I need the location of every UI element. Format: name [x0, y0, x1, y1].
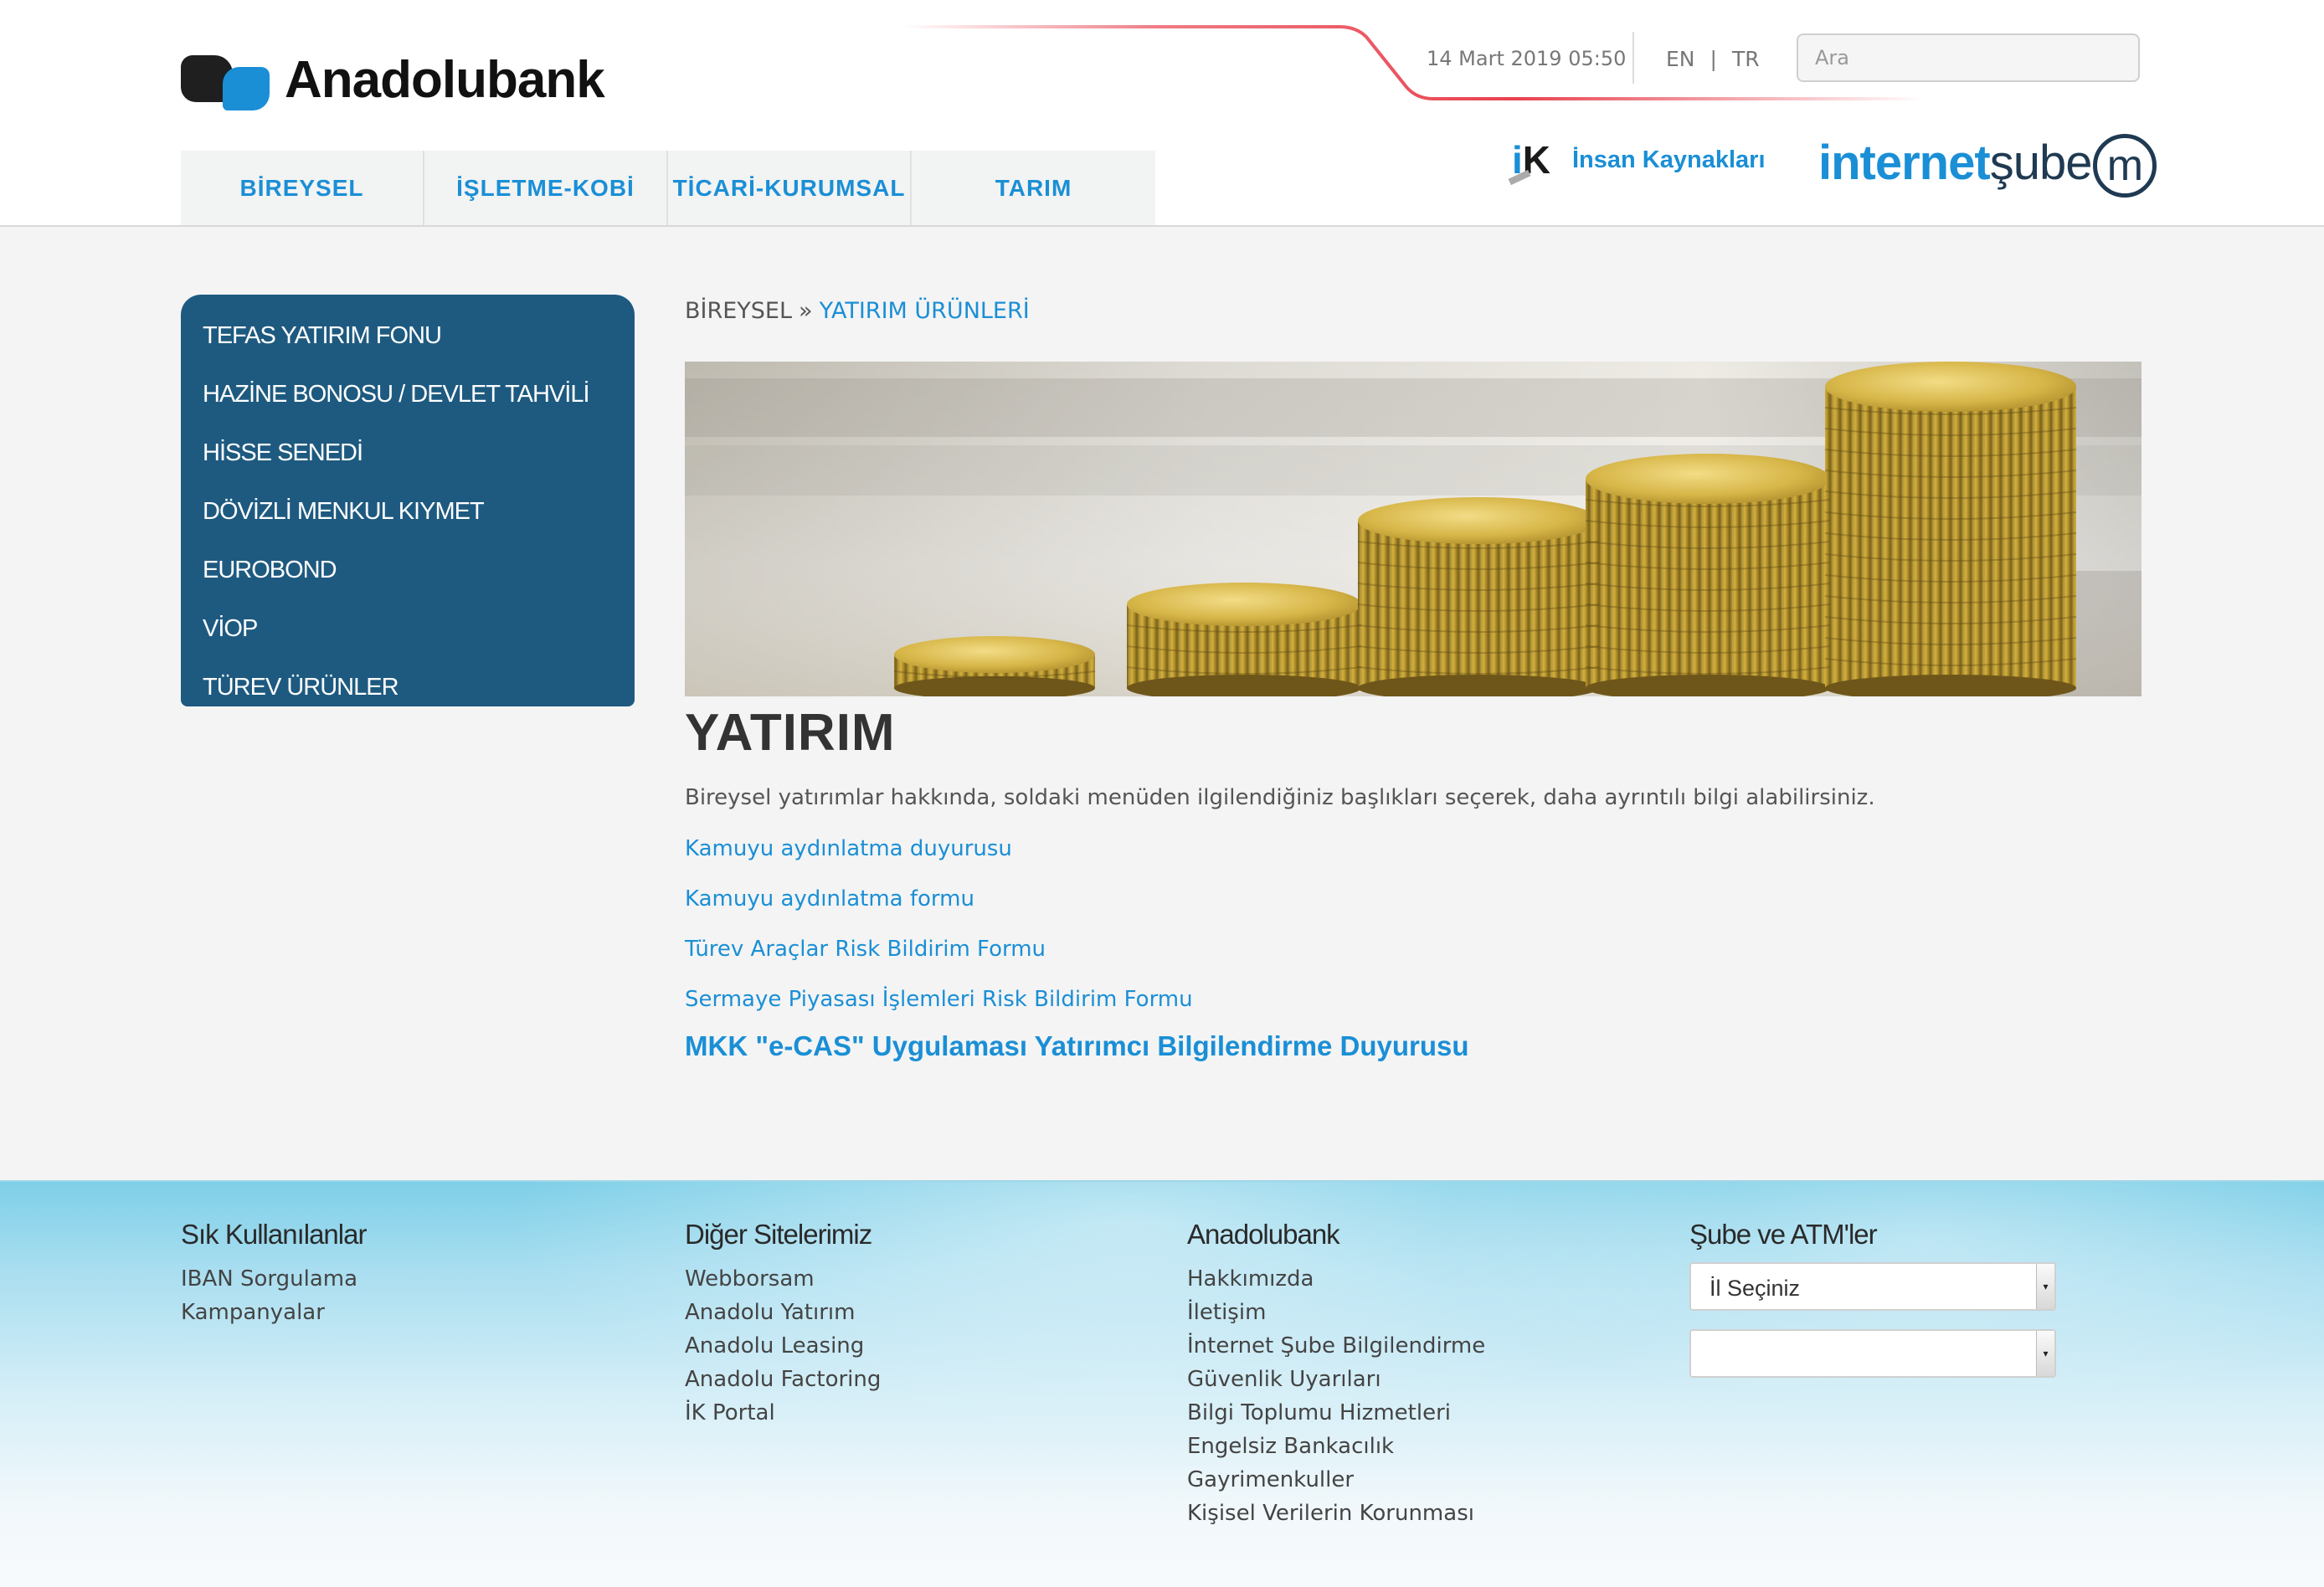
site-footer: Sık Kullanılanlar IBAN Sorgulama Kampany… — [0, 1180, 2324, 1587]
footer-col-anadolubank: Anadolubank Hakkımızda İletişim İnternet… — [1187, 1219, 1485, 1530]
footer-link-gayrimenkuller[interactable]: Gayrimenkuller — [1187, 1463, 1485, 1497]
sidemenu-item-turev-urunler[interactable]: TÜREV ÜRÜNLER — [181, 658, 635, 716]
footer-link-ik-portal[interactable]: İK Portal — [685, 1396, 881, 1430]
sidemenu-item-eurobond[interactable]: EUROBOND — [181, 541, 635, 599]
search-input[interactable] — [1797, 33, 2140, 82]
breadcrumb: BİREYSEL » YATIRIM ÜRÜNLERİ — [685, 298, 1030, 324]
footer-link-bilgi-toplumu[interactable]: Bilgi Toplumu Hizmetleri — [1187, 1396, 1485, 1430]
hr-link-label: İnsan Kaynakları — [1572, 146, 1766, 173]
breadcrumb-separator: » — [799, 298, 813, 324]
page-intro-text: Bireysel yatırımlar hakkında, soldaki me… — [685, 785, 1875, 810]
sidemenu-item-tefas[interactable]: TEFAS YATIRIM FONU — [181, 306, 635, 365]
footer-link-anadolu-yatirim[interactable]: Anadolu Yatırım — [685, 1296, 881, 1329]
footer-link-anadolu-factoring[interactable]: Anadolu Factoring — [685, 1363, 881, 1396]
footer-link-hakkimizda[interactable]: Hakkımızda — [1187, 1262, 1485, 1296]
brand-name: Anadolubank — [285, 50, 605, 109]
coin-stack-1 — [894, 636, 1095, 696]
coin-stack-2 — [1127, 583, 1361, 696]
hr-logo-icon: iK — [1508, 137, 1569, 186]
mobile-m-icon: m — [2093, 134, 2157, 198]
sidemenu-item-hazine-bonosu[interactable]: HAZİNE BONOSU / DEVLET TAHVİLİ — [181, 365, 635, 424]
footer-link-kampanyalar[interactable]: Kampanyalar — [181, 1296, 366, 1329]
link-turev-araclar-risk-formu[interactable]: Türev Araçlar Risk Bildirim Formu — [685, 936, 1469, 986]
header-swoosh-decoration — [904, 25, 1926, 100]
internet-branch-logo: internetşube — [1818, 135, 2092, 190]
header-divider — [1632, 32, 1634, 84]
footer-col-frequent: Sık Kullanılanlar IBAN Sorgulama Kampany… — [181, 1219, 367, 1329]
sidemenu-item-hisse-senedi[interactable]: HİSSE SENEDİ — [181, 424, 635, 482]
tab-bireysel[interactable]: BİREYSEL — [181, 151, 424, 225]
internet-branch-link[interactable]: internetşube m — [1818, 131, 2157, 198]
hero-banner-coins-image — [685, 362, 2141, 696]
site-header: Anadolubank 14 Mart 2019 05:50 EN | TR iK … — [0, 0, 2324, 227]
brand-logo-mark — [181, 49, 273, 110]
footer-link-guvenlik[interactable]: Güvenlik Uyarıları — [1187, 1363, 1485, 1396]
city-select[interactable]: İl Seçiniz ▾ — [1689, 1262, 2056, 1311]
lang-separator: | — [1710, 47, 1717, 71]
link-kamuyu-aydinlatma-formu[interactable]: Kamuyu aydınlatma formu — [685, 886, 1469, 936]
tab-tarim[interactable]: TARIM — [912, 151, 1155, 225]
footer-link-internet-sube-bilgi[interactable]: İnternet Şube Bilgilendirme — [1187, 1329, 1485, 1363]
sidemenu-item-dovizli-menkul[interactable]: DÖVİZLİ MENKUL KIYMET — [181, 482, 635, 541]
footer-heading: Sık Kullanılanlar — [181, 1219, 367, 1250]
footer-heading: Diğer Sitelerimiz — [685, 1219, 872, 1250]
select-arrow-icon: ▾ — [2036, 1264, 2054, 1309]
city-select-value: İl Seçiniz — [1710, 1276, 1801, 1301]
footer-link-iletisim[interactable]: İletişim — [1187, 1296, 1485, 1329]
coin-stack-3 — [1358, 497, 1599, 696]
footer-link-iban[interactable]: IBAN Sorgulama — [181, 1262, 366, 1296]
hr-link[interactable]: iK İnsan Kaynakları — [1508, 137, 1766, 186]
link-sermaye-piyasasi-risk-formu[interactable]: Sermaye Piyasası İşlemleri Risk Bildirim… — [685, 986, 1469, 1036]
footer-col-branch-atm: Şube ve ATM'ler İl Seçiniz ▾ ▾ — [1689, 1219, 2056, 1396]
tab-isletme-kobi[interactable]: İŞLETME-KOBİ — [424, 151, 668, 225]
breadcrumb-root-link[interactable]: BİREYSEL — [685, 298, 792, 324]
link-mkk-ecas-duyurusu[interactable]: MKK "e-CAS" Uygulaması Yatırımcı Bilgile… — [685, 1032, 1469, 1083]
select-arrow-icon: ▾ — [2036, 1331, 2054, 1376]
lang-en-link[interactable]: EN — [1666, 47, 1695, 71]
current-datetime: 14 Mart 2019 05:50 — [1427, 47, 1627, 70]
footer-link-webborsam[interactable]: Webborsam — [685, 1262, 881, 1296]
main-navigation: BİREYSEL İŞLETME-KOBİ TİCARİ-KURUMSAL TA… — [181, 151, 1155, 225]
link-kamuyu-aydinlatma-duyurusu[interactable]: Kamuyu aydınlatma duyurusu — [685, 835, 1469, 886]
district-select[interactable]: ▾ — [1689, 1329, 2056, 1378]
footer-link-kvkk[interactable]: Kişisel Verilerin Korunması — [1187, 1497, 1485, 1530]
side-menu: TEFAS YATIRIM FONU HAZİNE BONOSU / DEVLE… — [181, 295, 635, 706]
footer-heading: Anadolubank — [1187, 1219, 1340, 1250]
footer-link-engelsiz[interactable]: Engelsiz Bankacılık — [1187, 1430, 1485, 1463]
language-switcher: EN | TR — [1666, 47, 1760, 71]
document-links: Kamuyu aydınlatma duyurusu Kamuyu aydınl… — [685, 835, 1469, 1083]
coin-stack-4 — [1586, 454, 1830, 696]
footer-col-other-sites: Diğer Sitelerimiz Webborsam Anadolu Yatı… — [685, 1219, 881, 1430]
sidemenu-item-viop[interactable]: VİOP — [181, 599, 635, 658]
lang-tr-link[interactable]: TR — [1732, 47, 1760, 71]
footer-link-anadolu-leasing[interactable]: Anadolu Leasing — [685, 1329, 881, 1363]
page-title: YATIRIM — [685, 704, 896, 762]
tab-ticari-kurumsal[interactable]: TİCARİ-KURUMSAL — [668, 151, 912, 225]
breadcrumb-current[interactable]: YATIRIM ÜRÜNLERİ — [820, 298, 1030, 324]
footer-heading: Şube ve ATM'ler — [1689, 1219, 1878, 1250]
brand-logo[interactable]: Anadolubank — [181, 49, 605, 110]
